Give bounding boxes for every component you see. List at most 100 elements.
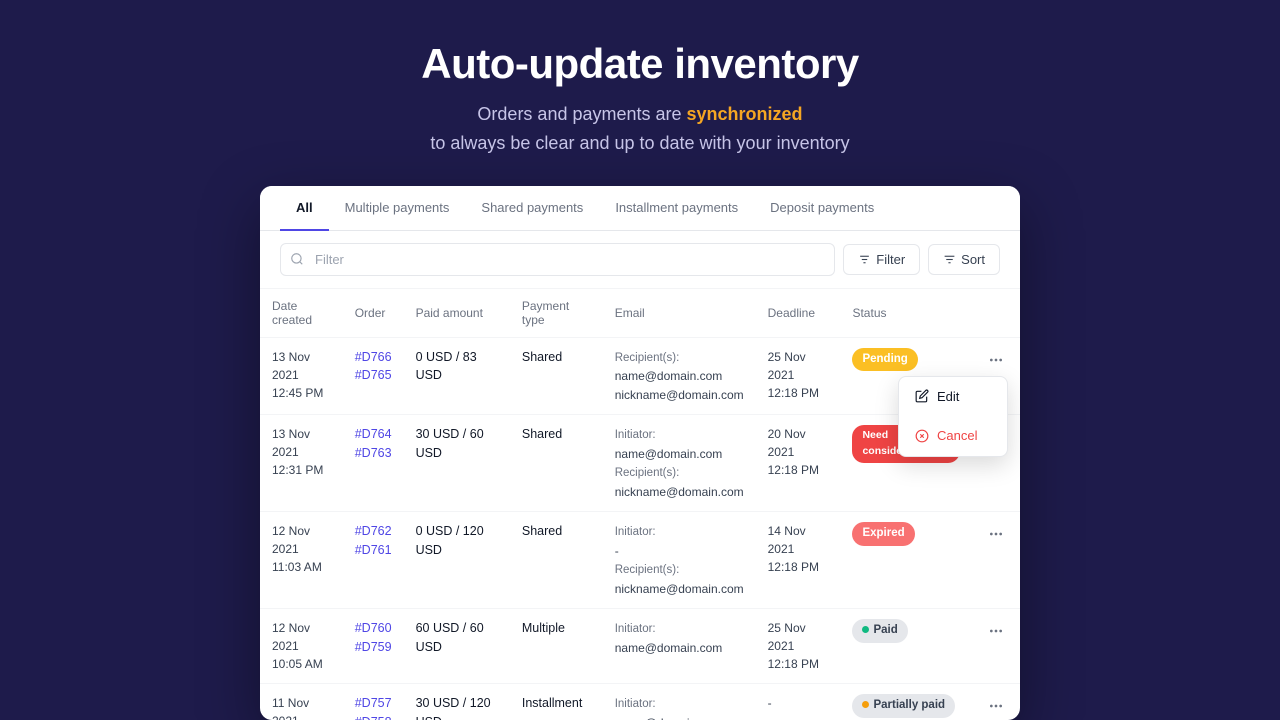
email-label: Recipient(s):	[615, 467, 680, 479]
email-addr: nickname@domain.com	[615, 485, 744, 499]
status-cell: Partially paid	[840, 684, 971, 720]
email-label: Recipient(s):	[615, 352, 680, 364]
date-cell: 12 Nov 202110:05 AM	[260, 609, 343, 684]
tab-all[interactable]: All	[280, 186, 329, 231]
more-icon	[988, 526, 1004, 542]
paid-cell: 30 USD / 120 USD	[404, 684, 510, 720]
tab-bar: All Multiple payments Shared payments In…	[260, 186, 1020, 231]
initiator-addr: name@domain.com	[615, 716, 723, 720]
cancel-icon	[915, 429, 929, 443]
order-cell: #D764 #D763	[343, 415, 404, 512]
hero-subtitle: Orders and payments are synchronized to …	[421, 100, 859, 158]
table-row: 13 Nov 202112:45 PM #D766 #D765 0 USD / …	[260, 337, 1020, 415]
hero-subtitle-text1: Orders and payments are	[477, 104, 686, 124]
context-menu: Edit Cancel	[898, 376, 1008, 457]
more-icon	[988, 698, 1004, 714]
toolbar: Filter Sort	[260, 231, 1020, 289]
context-menu-edit[interactable]: Edit	[899, 377, 1007, 417]
order-link-d766[interactable]: #D766	[355, 348, 392, 367]
email-addr: nickname@domain.com	[615, 582, 744, 596]
email-cell: Initiator: name@domain.com	[603, 609, 756, 684]
status-badge: Partially paid	[852, 694, 955, 717]
initiator-addr: name@domain.com	[615, 447, 723, 461]
order-link-d762[interactable]: #D762	[355, 522, 392, 541]
tab-shared[interactable]: Shared payments	[465, 186, 599, 231]
tab-multiple[interactable]: Multiple payments	[329, 186, 466, 231]
order-cell: #D766 #D765	[343, 337, 404, 415]
deadline-cell: 25 Nov 202112:18 PM	[756, 337, 841, 415]
type-cell: Installment	[510, 684, 603, 720]
row-action-button[interactable]	[984, 619, 1008, 643]
initiator-label: Initiator:	[615, 429, 656, 441]
col-order: Order	[343, 289, 404, 338]
tab-installment[interactable]: Installment payments	[599, 186, 754, 231]
order-cell: #D762 #D761	[343, 512, 404, 609]
hero-subtitle-text2: to always be clear and up to date with y…	[430, 133, 849, 153]
initiator-addr: name@domain.com	[615, 641, 723, 655]
email-addr: name@domain.com	[615, 369, 723, 383]
type-cell: Shared	[510, 415, 603, 512]
date-cell: 13 Nov 202112:31 PM	[260, 415, 343, 512]
status-badge: Paid	[852, 619, 907, 642]
order-link-d757[interactable]: #D757	[355, 694, 392, 713]
partial-dot	[862, 701, 869, 708]
type-cell: Shared	[510, 512, 603, 609]
order-link-d764[interactable]: #D764	[355, 425, 392, 444]
status-badge: Expired	[852, 522, 914, 545]
action-cell	[972, 684, 1020, 720]
context-menu-cancel[interactable]: Cancel	[899, 416, 1007, 456]
row-action-button[interactable]	[984, 348, 1008, 372]
table-wrap: Date created Order Paid amount Payment t…	[260, 289, 1020, 720]
email-cell: Initiator: - Recipient(s): nickname@doma…	[603, 512, 756, 609]
date-cell: 12 Nov 202111:03 AM	[260, 512, 343, 609]
status-badge: Pending	[852, 348, 917, 371]
hero-title: Auto-update inventory	[421, 40, 859, 88]
order-cell: #D757 #D758	[343, 684, 404, 720]
col-date: Date created	[260, 289, 343, 338]
deadline-cell: 20 Nov 202112:18 PM	[756, 415, 841, 512]
search-input[interactable]	[280, 243, 835, 276]
order-link-d765[interactable]: #D765	[355, 366, 392, 385]
paid-cell: 30 USD / 60 USD	[404, 415, 510, 512]
payments-table: Date created Order Paid amount Payment t…	[260, 289, 1020, 720]
filter-label: Filter	[876, 252, 905, 267]
order-link-d761[interactable]: #D761	[355, 541, 392, 560]
date-cell: 13 Nov 202112:45 PM	[260, 337, 343, 415]
edit-icon	[915, 389, 929, 403]
tab-deposit[interactable]: Deposit payments	[754, 186, 890, 231]
action-cell: Edit Cancel	[972, 337, 1020, 415]
paid-cell: 0 USD / 120 USD	[404, 512, 510, 609]
row-action-button[interactable]	[984, 694, 1008, 718]
hero-highlight: synchronized	[687, 104, 803, 124]
main-card: All Multiple payments Shared payments In…	[260, 186, 1020, 720]
col-status: Status	[840, 289, 971, 338]
row-action-button[interactable]	[984, 522, 1008, 546]
col-email: Email	[603, 289, 756, 338]
type-cell: Shared	[510, 337, 603, 415]
search-wrap	[280, 243, 835, 276]
sort-button[interactable]: Sort	[928, 244, 1000, 275]
action-cell	[972, 609, 1020, 684]
order-link-d763[interactable]: #D763	[355, 444, 392, 463]
order-link-d758[interactable]: #D758	[355, 713, 392, 720]
deadline-cell: 25 Nov 202112:18 PM	[756, 609, 841, 684]
type-cell: Multiple	[510, 609, 603, 684]
table-row: 12 Nov 202111:03 AM #D762 #D761 0 USD / …	[260, 512, 1020, 609]
email-cell: Recipient(s): name@domain.com nickname@d…	[603, 337, 756, 415]
table-row: 12 Nov 202110:05 AM #D760 #D759 60 USD /…	[260, 609, 1020, 684]
email-addr: nickname@domain.com	[615, 388, 744, 402]
paid-cell: 0 USD / 83 USD	[404, 337, 510, 415]
action-cell	[972, 512, 1020, 609]
initiator-label: Initiator:	[615, 698, 656, 710]
table-row: 11 Nov 202112:18 PM #D757 #D758 30 USD /…	[260, 684, 1020, 720]
initiator-addr: -	[615, 544, 619, 558]
order-link-d760[interactable]: #D760	[355, 619, 392, 638]
col-deadline: Deadline	[756, 289, 841, 338]
paid-dot	[862, 626, 869, 633]
email-label: Recipient(s):	[615, 564, 680, 576]
order-link-d759[interactable]: #D759	[355, 638, 392, 657]
sort-label: Sort	[961, 252, 985, 267]
status-cell: Paid	[840, 609, 971, 684]
order-cell: #D760 #D759	[343, 609, 404, 684]
filter-button[interactable]: Filter	[843, 244, 920, 275]
